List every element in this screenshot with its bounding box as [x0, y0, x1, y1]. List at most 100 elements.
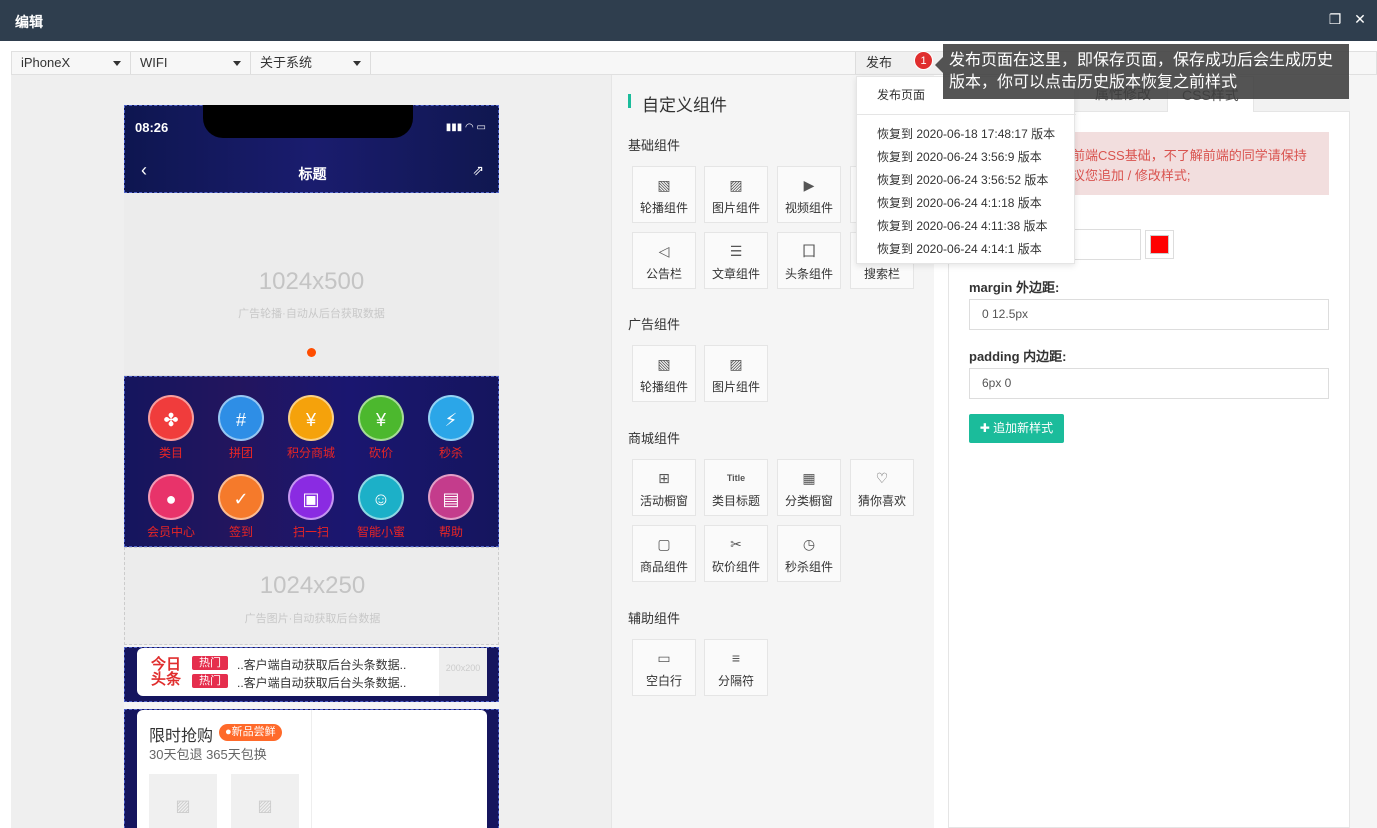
component-icon: ▶ — [803, 177, 815, 193]
close-icon[interactable]: ✕ — [1352, 11, 1368, 27]
palette-heading: 自定义组件 — [642, 96, 727, 115]
margin-input[interactable]: 0 12.5px — [969, 299, 1329, 330]
nav-icon: ✓ — [218, 474, 264, 520]
flash-sale-title: 限时抢购 — [149, 728, 214, 745]
component-icon: ▨ — [729, 356, 743, 372]
nav-item[interactable]: ¥ 砍价 — [346, 395, 416, 461]
device-select[interactable]: iPhoneX — [12, 52, 131, 74]
nav-item[interactable]: ● 会员中心 — [136, 474, 206, 540]
component-item[interactable]: ✂ 砍价组件 — [704, 525, 768, 582]
component-item[interactable]: ▶ 视频组件 — [777, 166, 841, 223]
image-placeholder-icon: ▨ — [231, 774, 299, 828]
news-component[interactable]: 今日 头条 热门 热门 ..客户端自动获取后台头条数据.. ..客户端自动获取后… — [124, 647, 499, 702]
nav-icon: ▤ — [428, 474, 474, 520]
nav-item[interactable]: ¥ 积分商城 — [276, 395, 346, 461]
heading-accent — [628, 94, 631, 108]
banner-component[interactable]: 1024x500 广告轮播·自动从后台获取数据 — [124, 193, 499, 376]
component-item[interactable]: ◷ 秒杀组件 — [777, 525, 841, 582]
component-item[interactable]: ▨ 图片组件 — [704, 345, 768, 402]
nav-icon: ¥ — [288, 395, 334, 441]
history-version-item[interactable]: 恢复到 2020-06-24 4:14:1 版本 — [877, 240, 1042, 257]
nav-component[interactable]: ✤ 类目 # 拼团 ¥ 积分商城 ¥ 砍价 ⚡ 秒杀 ● 会员中心 ✓ 签到 ▣ 扫一扫 ☺ 智能小蜜 ▤ 帮助 — [124, 376, 499, 547]
nav-item[interactable]: ☺ 智能小蜜 — [346, 474, 416, 540]
nav-item[interactable]: # 拼团 — [206, 395, 276, 461]
add-style-button[interactable]: ✚ 追加新样式 — [969, 414, 1064, 443]
component-item[interactable]: ▧ 轮播组件 — [632, 166, 696, 223]
color-swatch-fill — [1150, 235, 1169, 254]
about-select[interactable]: 关于系统 — [251, 52, 371, 74]
carousel-dot — [307, 348, 316, 357]
color-swatch[interactable] — [1145, 230, 1174, 259]
padding-input[interactable]: 6px 0 — [969, 368, 1329, 399]
history-version-item[interactable]: 恢复到 2020-06-24 3:56:52 版本 — [877, 171, 1048, 188]
component-label: 图片组件 — [711, 201, 760, 215]
phone-title: 标题 — [298, 166, 327, 182]
component-label: 轮播组件 — [639, 201, 688, 215]
component-icon: ▭ — [657, 650, 671, 666]
network-select[interactable]: WIFI — [131, 52, 251, 74]
banner-size: 1024x500 — [258, 268, 365, 295]
history-menu: 发布页面 恢复到 2020-06-18 17:48:17 版本 恢复到 2020-… — [856, 76, 1076, 264]
component-item[interactable]: ▦ 分类橱窗 — [777, 459, 841, 516]
component-icon: ▨ — [729, 177, 743, 193]
nav-label: 会员中心 — [146, 525, 195, 539]
section-title: 基础组件 — [628, 138, 681, 153]
component-item[interactable]: ≡ 分隔符 — [704, 639, 768, 696]
maximize-icon[interactable]: ❐ — [1327, 11, 1343, 27]
news-text: ..客户端自动获取后台头条数据.. — [237, 658, 407, 672]
component-icon: ◁ — [658, 243, 670, 259]
component-label: 空白行 — [645, 674, 682, 688]
component-label: 文章组件 — [711, 267, 760, 281]
component-label: 轮播组件 — [639, 380, 688, 394]
network-select-value: WIFI — [140, 55, 168, 70]
nav-label: 帮助 — [438, 525, 463, 539]
component-label: 活动橱窗 — [639, 494, 688, 508]
news-thumb: 200x200 — [439, 648, 487, 696]
share-icon[interactable]: ⇗ — [472, 162, 484, 179]
flash-sale-component[interactable]: 限时抢购 ●新品尝鲜 30天包退 365天包换 ▨ ▨ — [124, 709, 499, 828]
flash-sale-badge: ●新品尝鲜 — [219, 724, 282, 741]
component-item[interactable]: ♡ 猜你喜欢 — [850, 459, 914, 516]
nav-icon: ▣ — [288, 474, 334, 520]
nav-label: 积分商城 — [286, 446, 335, 460]
history-version-item[interactable]: 恢复到 2020-06-18 17:48:17 版本 — [877, 125, 1055, 142]
nav-label: 签到 — [228, 525, 253, 539]
component-item[interactable]: ☰ 文章组件 — [704, 232, 768, 289]
phone-header[interactable]: 08:26 ▮▮▮ ◠ ▭ ‹ 标题 ⇗ — [124, 105, 499, 193]
component-label: 图片组件 — [711, 380, 760, 394]
nav-item[interactable]: ▣ 扫一扫 — [276, 474, 346, 540]
nav-item[interactable]: ✤ 类目 — [136, 395, 206, 461]
nav-item[interactable]: ✓ 签到 — [206, 474, 276, 540]
padding-label: padding 内边距: — [969, 349, 1067, 364]
window-titlebar: 编辑 ❐ ✕ — [0, 0, 1377, 41]
component-item[interactable]: Title 类目标题 — [704, 459, 768, 516]
component-label: 类目标题 — [711, 494, 760, 508]
component-icon: ✂ — [730, 536, 742, 552]
component-label: 分类橱窗 — [784, 494, 833, 508]
history-version-item[interactable]: 恢复到 2020-06-24 4:11:38 版本 — [877, 217, 1048, 234]
phone-notch — [203, 105, 413, 138]
history-version-item[interactable]: 恢复到 2020-06-24 3:56:9 版本 — [877, 148, 1042, 165]
divider — [857, 114, 1076, 115]
component-item[interactable]: ▧ 轮播组件 — [632, 345, 696, 402]
chevron-down-icon — [353, 61, 361, 66]
history-version-item[interactable]: 恢复到 2020-06-24 4:1:18 版本 — [877, 194, 1042, 211]
component-item[interactable]: ▨ 图片组件 — [704, 166, 768, 223]
nav-item[interactable]: ⚡ 秒杀 — [416, 395, 486, 461]
signal-battery-icon: ▮▮▮ ◠ ▭ — [445, 122, 486, 133]
nav-item[interactable]: ▤ 帮助 — [416, 474, 486, 540]
publish-page-item[interactable]: 发布页面 — [877, 86, 925, 103]
component-item[interactable]: ⊞ 活动橱窗 — [632, 459, 696, 516]
hot-badge: 热门 — [192, 656, 228, 670]
ad-image-component[interactable]: 1024x250 广告图片·自动获取后台数据 — [124, 547, 499, 645]
nav-icon: ☺ — [358, 474, 404, 520]
component-label: 公告栏 — [645, 267, 682, 281]
phone-preview: 08:26 ▮▮▮ ◠ ▭ ‹ 标题 ⇗ 1024x500 广告轮播·自动从后台… — [124, 105, 499, 828]
component-item[interactable]: ▢ 商品组件 — [632, 525, 696, 582]
image-placeholder-icon: ▨ — [149, 774, 217, 828]
component-item[interactable]: ◁ 公告栏 — [632, 232, 696, 289]
component-item[interactable]: ▭ 空白行 — [632, 639, 696, 696]
component-icon: ♡ — [875, 470, 889, 486]
component-item[interactable]: 囗头条组件 — [777, 232, 841, 289]
nav-label: 秒杀 — [438, 446, 463, 460]
